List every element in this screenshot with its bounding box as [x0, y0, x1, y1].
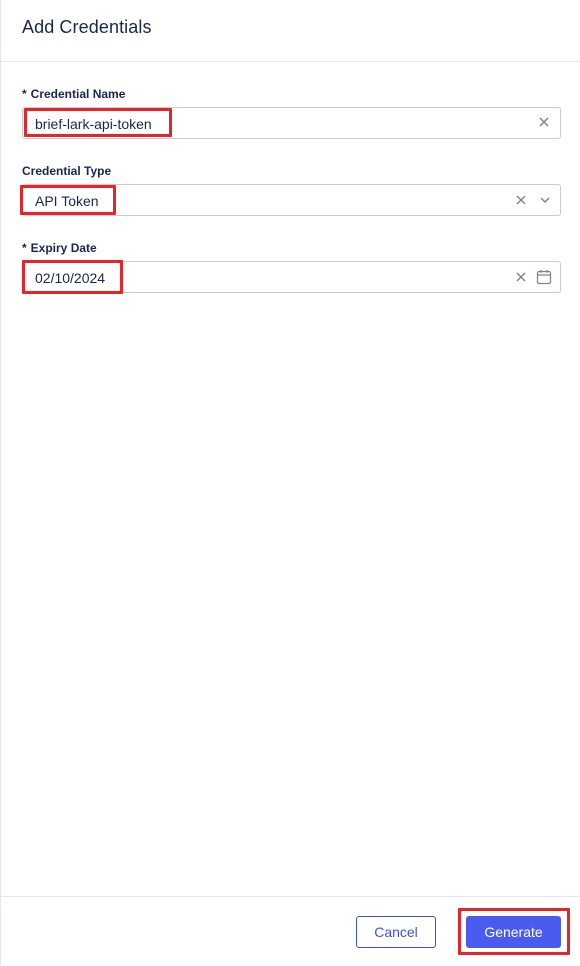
- clear-icon[interactable]: [515, 194, 527, 206]
- calendar-icon[interactable]: [536, 269, 552, 285]
- page-title: Add Credentials: [22, 17, 152, 37]
- required-marker: *: [22, 241, 27, 255]
- expiry-date-label: * Expiry Date: [22, 241, 97, 255]
- credential-name-input[interactable]: brief-lark-api-token: [22, 107, 561, 139]
- clear-icon[interactable]: [515, 271, 527, 283]
- cancel-button[interactable]: Cancel: [356, 916, 436, 948]
- add-credentials-panel: Add Credentials * Credential Name brief-l…: [0, 0, 580, 966]
- generate-button[interactable]: Generate: [466, 916, 561, 948]
- credential-name-label: * Credential Name: [22, 87, 126, 101]
- credential-type-label: Credential Type: [22, 164, 112, 178]
- clear-icon[interactable]: [538, 116, 550, 128]
- required-marker: *: [22, 87, 27, 101]
- credential-type-value[interactable]: API Token: [35, 193, 99, 209]
- credential-name-value[interactable]: brief-lark-api-token: [35, 116, 152, 132]
- chevron-down-icon[interactable]: [539, 195, 551, 205]
- expiry-date-value[interactable]: 02/10/2024: [35, 270, 105, 286]
- expiry-date-input[interactable]: 02/10/2024: [22, 261, 561, 293]
- credential-type-select[interactable]: API Token: [22, 184, 561, 216]
- panel-header: Add Credentials: [1, 0, 580, 62]
